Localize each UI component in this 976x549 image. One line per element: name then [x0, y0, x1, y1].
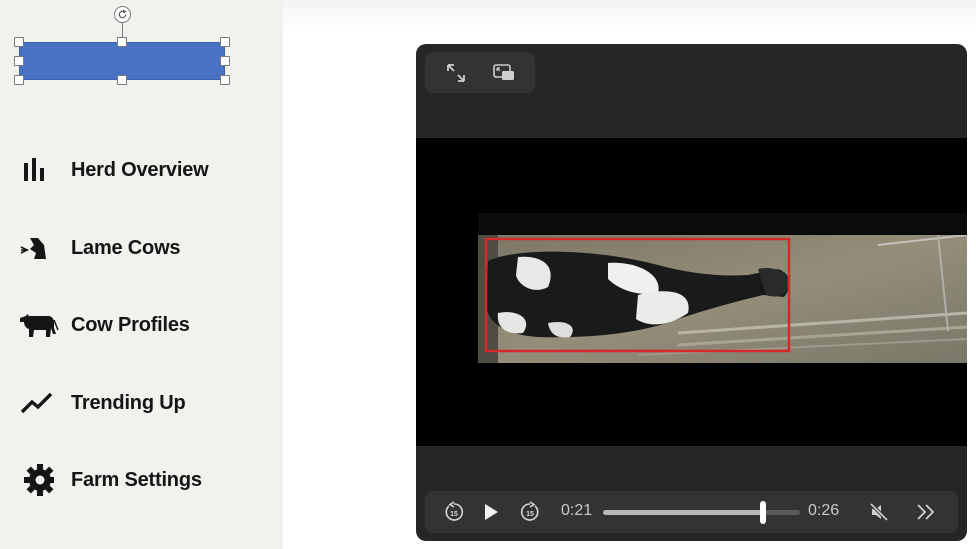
resize-handle-top-right[interactable] — [220, 37, 230, 47]
forward-15-button[interactable]: 15 — [517, 499, 543, 525]
resize-handle-left[interactable] — [14, 56, 24, 66]
sidebar-item-label: Farm Settings — [71, 468, 202, 491]
rotate-handle[interactable] — [114, 6, 131, 23]
picture-in-picture-icon — [493, 63, 514, 80]
sidebar-item-label: Trending Up — [71, 391, 186, 414]
top-strip — [283, 0, 976, 34]
mute-button[interactable] — [866, 499, 892, 525]
lame-cow-icon — [18, 230, 62, 266]
progress-thumb[interactable] — [759, 501, 766, 524]
bar-chart-icon — [18, 152, 62, 188]
resize-handle-top-left[interactable] — [14, 37, 24, 47]
resize-handle-right[interactable] — [220, 56, 230, 66]
current-time: 0:21 — [561, 502, 593, 519]
player-toolbar — [425, 52, 535, 93]
sidebar-item-label: Cow Profiles — [71, 313, 190, 336]
player-controls: 15 15 0:21 0:26 — [425, 491, 958, 533]
sidebar-item-lame-cows[interactable]: Lame Cows — [18, 228, 268, 268]
resize-handle-bottom[interactable] — [117, 75, 127, 85]
cow-icon — [18, 307, 62, 343]
more-options-button[interactable] — [913, 499, 939, 525]
resize-handle-bottom-right[interactable] — [220, 75, 230, 85]
video-player: 15 15 0:21 0:26 — [416, 44, 967, 541]
resize-handle-bottom-left[interactable] — [14, 75, 24, 85]
sidebar: Herd Overview Lame Cows Cow Profiles Tre… — [0, 0, 283, 549]
sidebar-item-farm-settings[interactable]: Farm Settings — [18, 460, 268, 500]
rewind-15-button[interactable]: 15 — [441, 499, 467, 525]
resize-handle-top[interactable] — [117, 37, 127, 47]
app-root: Herd Overview Lame Cows Cow Profiles Tre… — [0, 0, 976, 549]
sidebar-item-trending-up[interactable]: Trending Up — [18, 383, 268, 423]
chevron-double-right-icon — [917, 504, 935, 520]
fullscreen-button[interactable] — [443, 60, 469, 86]
svg-text:15: 15 — [526, 511, 534, 518]
svg-text:15: 15 — [450, 511, 458, 518]
gear-icon — [18, 462, 62, 498]
video-frame-image — [478, 235, 967, 363]
expand-icon — [447, 63, 465, 82]
rotate-icon — [118, 9, 127, 19]
muted-speaker-icon — [869, 502, 889, 522]
trending-up-icon — [18, 385, 62, 421]
progress-fill — [603, 510, 763, 515]
forward-15-icon: 15 — [520, 501, 539, 521]
sidebar-item-herd-overview[interactable]: Herd Overview — [18, 150, 268, 190]
video-frame — [478, 213, 967, 363]
picture-in-picture-button[interactable] — [491, 60, 517, 86]
sidebar-item-label: Lame Cows — [71, 236, 181, 259]
rewind-15-icon: 15 — [445, 501, 464, 521]
play-button[interactable] — [478, 499, 504, 525]
sidebar-item-cow-profiles[interactable]: Cow Profiles — [18, 305, 268, 345]
sidebar-item-label: Herd Overview — [71, 158, 209, 181]
duration: 0:26 — [808, 502, 840, 519]
progress-scrubber[interactable] — [603, 501, 800, 524]
play-icon — [485, 504, 498, 520]
video-viewport[interactable] — [416, 138, 967, 446]
